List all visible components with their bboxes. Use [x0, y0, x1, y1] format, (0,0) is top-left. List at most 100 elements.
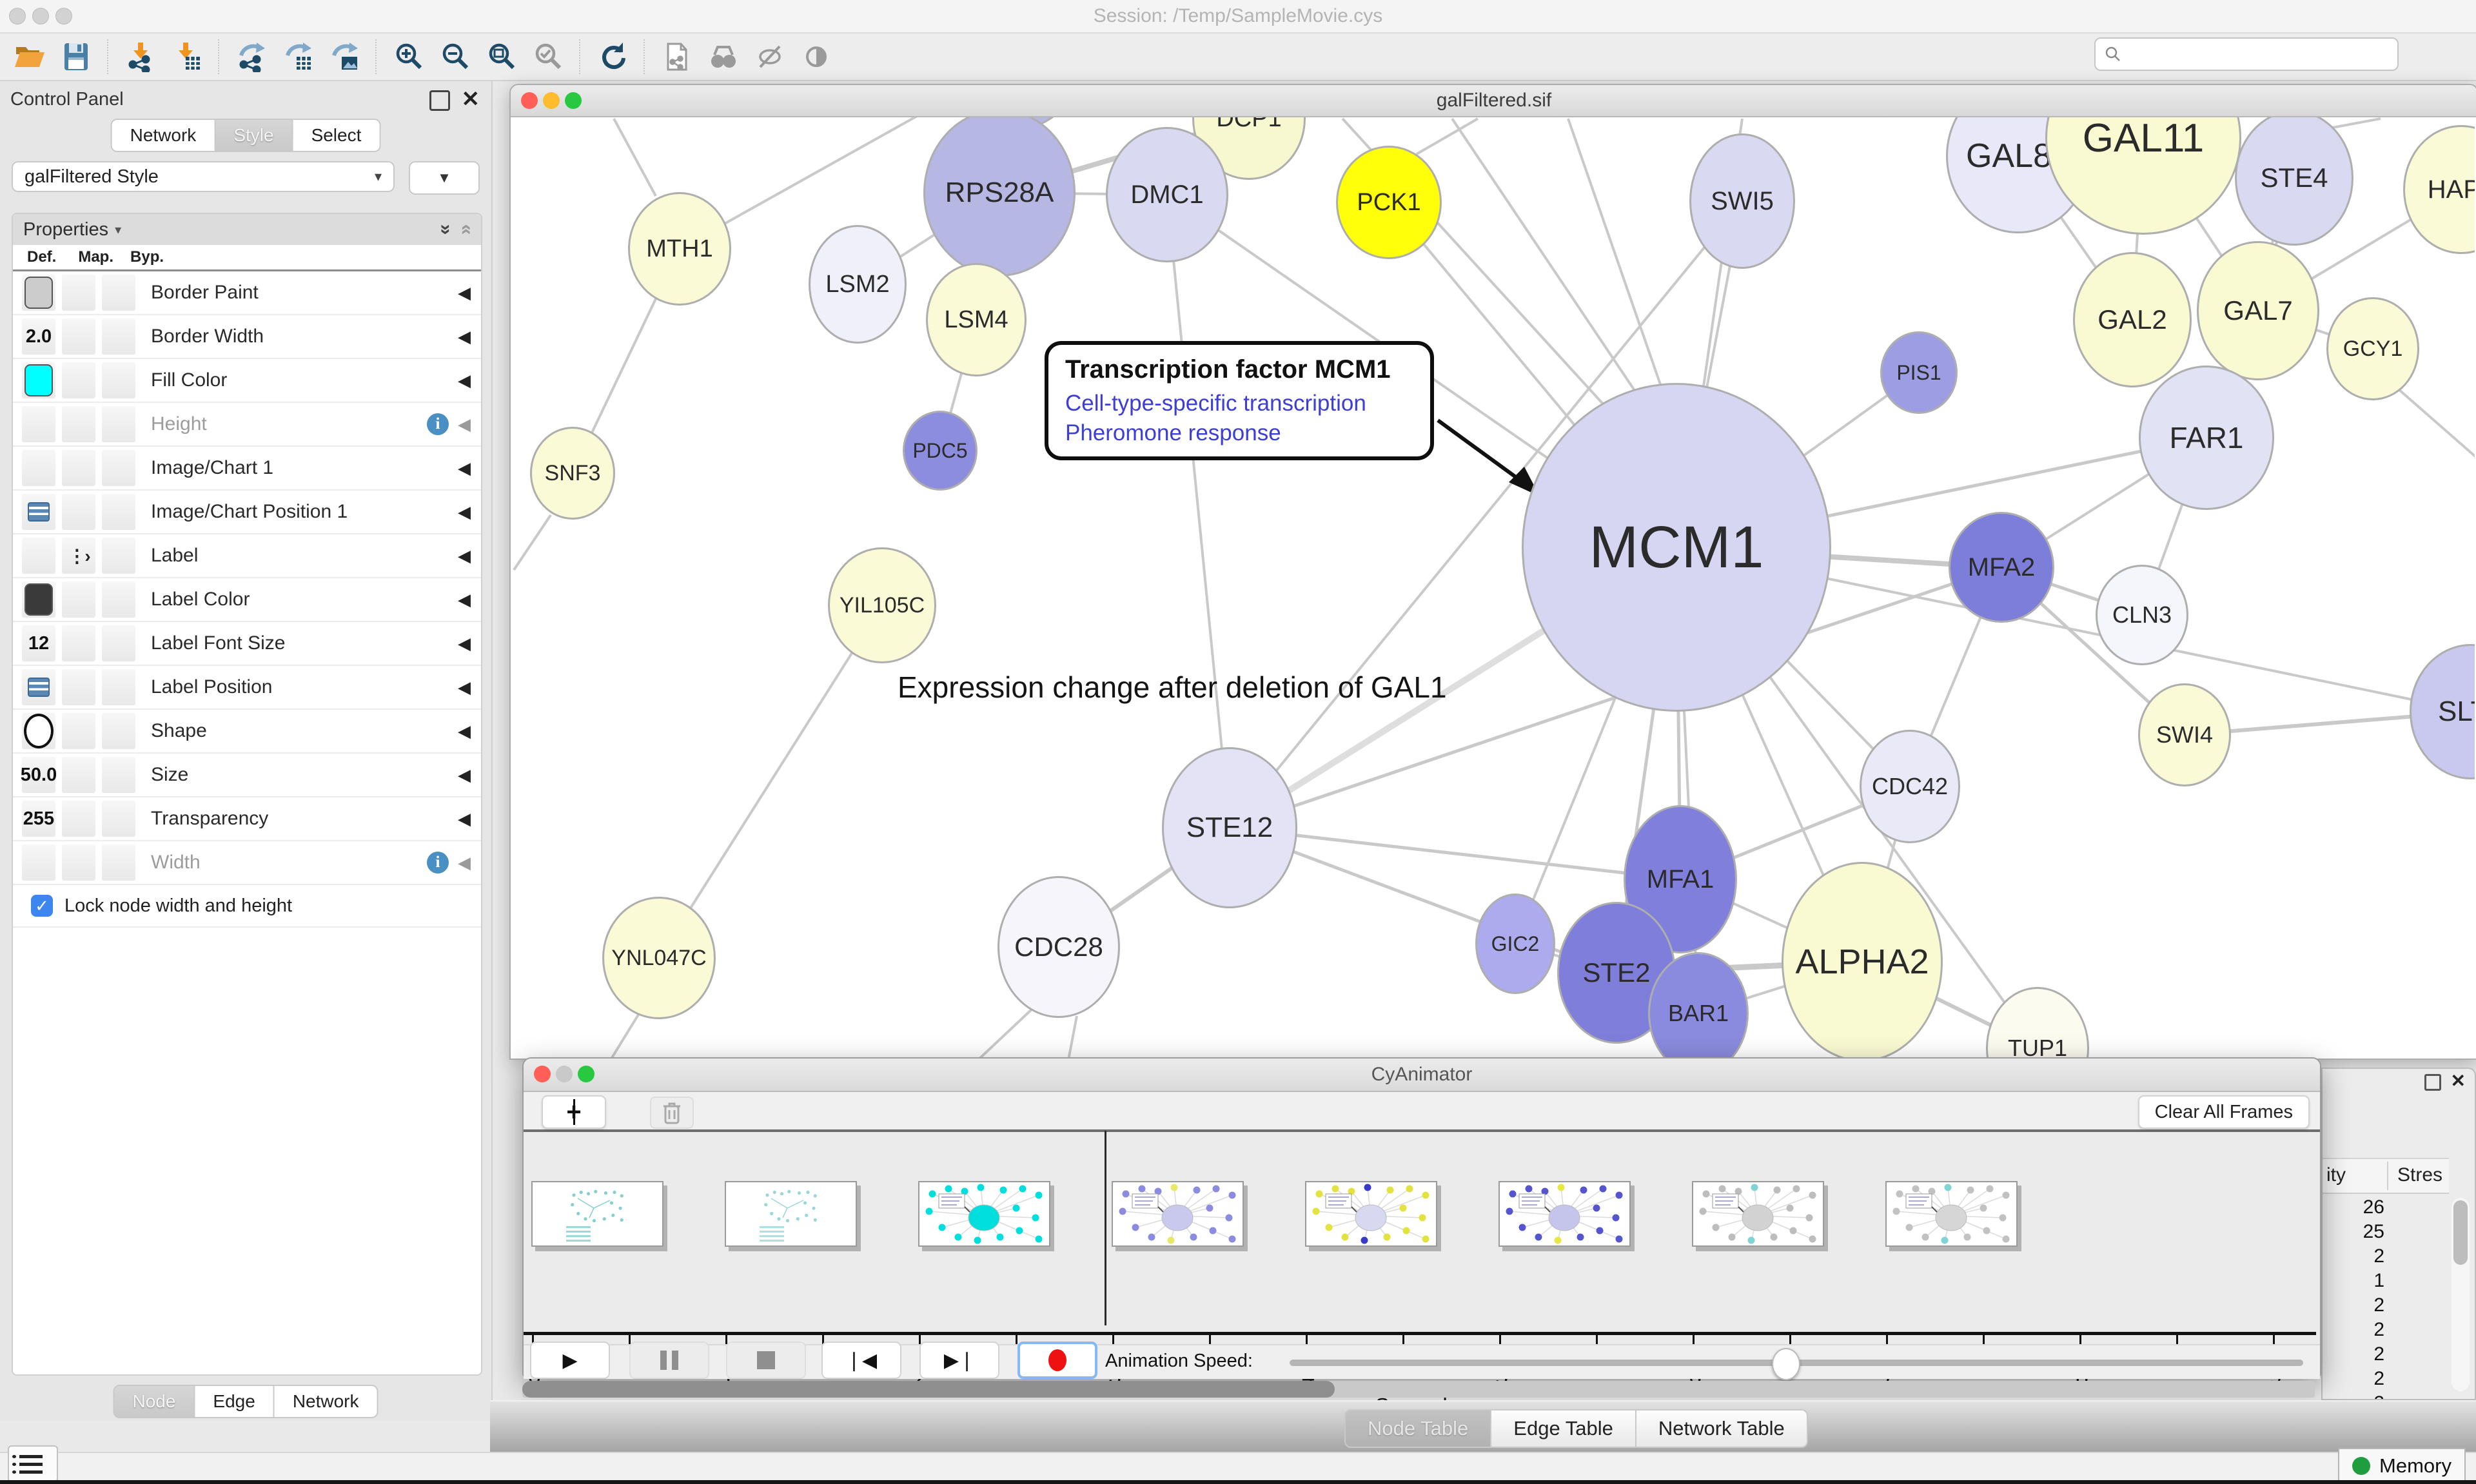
horizontal-scrollbar[interactable]: [522, 1381, 2315, 1398]
scrollbar-thumb[interactable]: [2453, 1200, 2468, 1265]
search-input[interactable]: [2128, 43, 2397, 65]
show-detail-icon[interactable]: [796, 38, 836, 75]
bypass-cell[interactable]: [102, 801, 135, 837]
collapse-row-icon[interactable]: ◀: [458, 590, 471, 610]
bypass-cell[interactable]: [102, 757, 135, 793]
property-row-transparency[interactable]: 255Transparency◀: [13, 797, 481, 841]
playhead[interactable]: [1105, 1131, 1106, 1325]
tab-edge[interactable]: Edge: [195, 1385, 274, 1418]
style-selector[interactable]: galFiltered Style ▾: [12, 161, 395, 192]
default-cell[interactable]: [22, 406, 55, 442]
bypass-cell[interactable]: [102, 538, 135, 574]
annotation-link[interactable]: Pheromone response: [1065, 420, 1413, 446]
memory-button[interactable]: Memory: [2338, 1448, 2466, 1484]
tab-select[interactable]: Select: [293, 119, 381, 152]
collapse-row-icon[interactable]: ◀: [458, 853, 471, 873]
node-YIL105C[interactable]: YIL105C: [828, 547, 936, 663]
collapse-row-icon[interactable]: ◀: [458, 809, 471, 829]
default-swatch[interactable]: [25, 583, 53, 616]
node-CLN3[interactable]: CLN3: [2096, 565, 2188, 665]
close-window-icon[interactable]: [9, 8, 26, 24]
default-swatch[interactable]: [25, 364, 53, 396]
node-MTH1[interactable]: MTH1: [628, 192, 731, 306]
delete-frame-button[interactable]: [650, 1097, 694, 1129]
record-button[interactable]: [1017, 1342, 1097, 1379]
maximize-icon[interactable]: [565, 92, 582, 109]
default-cell[interactable]: 50.0: [22, 757, 55, 793]
cyanimator-titlebar[interactable]: CyAnimator: [524, 1059, 2320, 1092]
node-DMC1[interactable]: DMC1: [1106, 127, 1228, 262]
network-window-titlebar[interactable]: galFiltered.sif: [511, 85, 2476, 117]
map-cell[interactable]: [62, 450, 95, 486]
map-cell[interactable]: [62, 275, 95, 311]
collapse-all-icon[interactable]: »: [456, 224, 475, 235]
bypass-cell[interactable]: [102, 494, 135, 530]
default-cell[interactable]: [22, 362, 55, 398]
table-column-stress[interactable]: Stres: [2397, 1164, 2442, 1186]
node-PDC5[interactable]: PDC5: [903, 411, 978, 491]
default-cell[interactable]: [22, 538, 55, 574]
collapse-row-icon[interactable]: ◀: [458, 502, 471, 522]
minimize-window-icon[interactable]: [32, 8, 49, 24]
property-row-image-chart-1[interactable]: Image/Chart 1◀: [13, 447, 481, 491]
tab-node[interactable]: Node: [113, 1385, 195, 1418]
property-row-label-color[interactable]: Label Color◀: [13, 578, 481, 622]
property-row-fill-color[interactable]: Fill Color◀: [13, 359, 481, 403]
collapse-row-icon[interactable]: ◀: [458, 327, 471, 347]
frame-5[interactable]: [1498, 1181, 1631, 1247]
frame-0[interactable]: [531, 1181, 663, 1247]
bypass-cell[interactable]: [102, 625, 135, 661]
node-SNF3[interactable]: SNF3: [530, 427, 615, 520]
discrete-mapping-icon[interactable]: ⋮›: [68, 545, 89, 567]
tab-style[interactable]: Style: [215, 119, 293, 152]
export-table-icon[interactable]: [278, 38, 318, 75]
info-icon[interactable]: i: [427, 413, 449, 435]
map-cell[interactable]: [62, 845, 95, 881]
zoom-out-icon[interactable]: [435, 38, 475, 75]
collapse-row-icon[interactable]: ◀: [458, 678, 471, 698]
default-value[interactable]: 12: [28, 633, 49, 654]
position-icon[interactable]: [28, 502, 50, 522]
bypass-cell[interactable]: [102, 406, 135, 442]
slider-knob[interactable]: [1772, 1348, 1800, 1380]
tab-network-table[interactable]: Network Table: [1636, 1409, 1808, 1448]
canvas-text-annotation[interactable]: Expression change after deletion of GAL1: [898, 670, 1447, 705]
default-cell[interactable]: [22, 713, 55, 749]
map-cell[interactable]: [62, 406, 95, 442]
node-MCM1[interactable]: MCM1: [1522, 383, 1831, 712]
column-divider[interactable]: [2387, 1162, 2388, 1190]
close-icon[interactable]: [521, 92, 538, 109]
annotation-link[interactable]: Cell-type-specific transcription: [1065, 391, 1413, 416]
properties-header[interactable]: Properties ▾ » »: [13, 214, 481, 245]
bypass-cell[interactable]: [102, 581, 135, 618]
node-FAR1[interactable]: FAR1: [2139, 366, 2274, 510]
tab-network-bottom[interactable]: Network: [275, 1385, 378, 1418]
clear-all-frames-button[interactable]: Clear All Frames: [2138, 1095, 2310, 1129]
frame-6[interactable]: [1692, 1181, 1824, 1247]
float-panel-icon[interactable]: [2424, 1074, 2441, 1091]
scrollbar-thumb[interactable]: [522, 1381, 1335, 1398]
node-SWI4[interactable]: SWI4: [2138, 683, 2231, 786]
search-field[interactable]: [2094, 37, 2399, 71]
export-network-icon[interactable]: [231, 38, 271, 75]
frame-1[interactable]: [725, 1181, 857, 1247]
property-row-height[interactable]: Heighti◀: [13, 403, 481, 447]
map-cell[interactable]: [62, 713, 95, 749]
node-GCY1[interactable]: GCY1: [2326, 297, 2419, 400]
node-PCK1[interactable]: PCK1: [1336, 146, 1442, 259]
skip-to-end-button[interactable]: ▶❘: [919, 1342, 999, 1379]
bypass-cell[interactable]: [102, 275, 135, 311]
add-frame-button[interactable]: +: [542, 1095, 606, 1129]
map-cell[interactable]: [62, 801, 95, 837]
bypass-cell[interactable]: [102, 669, 135, 705]
frame-4[interactable]: [1305, 1181, 1437, 1247]
import-table-icon[interactable]: [167, 38, 207, 75]
maximize-icon[interactable]: [578, 1066, 594, 1082]
map-cell[interactable]: [62, 669, 95, 705]
default-cell[interactable]: [22, 494, 55, 530]
import-network-icon[interactable]: [121, 38, 161, 75]
zoom-selected-icon[interactable]: [528, 38, 568, 75]
map-cell[interactable]: [62, 581, 95, 618]
timeline[interactable]: 0 1 2 3 4 5 6 7 8 9 Seconds: [524, 1132, 2320, 1342]
property-row-border-paint[interactable]: Border Paint◀: [13, 271, 481, 315]
